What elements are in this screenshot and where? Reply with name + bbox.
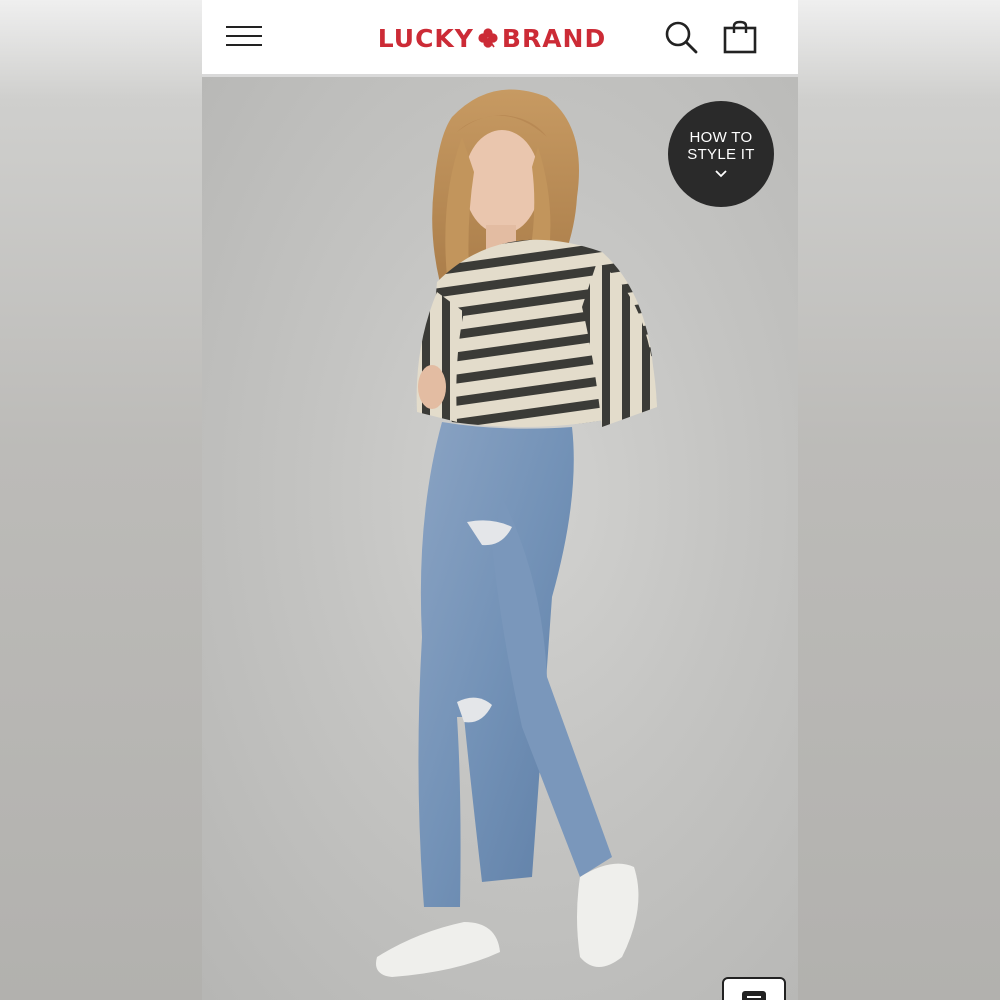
mobile-page: LUCKY BRAND HOW TO STYLE IT <box>202 0 798 1000</box>
model-photo <box>376 89 657 977</box>
site-header: LUCKY BRAND <box>202 0 798 77</box>
brand-logo[interactable]: LUCKY BRAND <box>367 22 617 54</box>
shopping-bag-icon[interactable] <box>722 20 758 54</box>
style-badge-line2: STYLE IT <box>687 146 755 163</box>
product-hero-image[interactable]: HOW TO STYLE IT <box>202 77 798 1000</box>
style-badge-line1: HOW TO <box>689 129 753 146</box>
brand-logo-word-left: LUCKY <box>377 23 474 53</box>
right-backdrop <box>798 0 1000 1000</box>
chevron-down-icon <box>715 170 727 178</box>
clover-icon <box>478 28 498 48</box>
hamburger-menu-icon[interactable] <box>226 22 262 50</box>
chat-icon[interactable] <box>722 977 786 1000</box>
how-to-style-it-button[interactable]: HOW TO STYLE IT <box>668 101 774 207</box>
brand-logo-word-right: BRAND <box>501 23 607 53</box>
chat-bubble-icon <box>742 991 766 1000</box>
left-backdrop <box>0 0 202 1000</box>
search-icon[interactable] <box>664 20 698 54</box>
